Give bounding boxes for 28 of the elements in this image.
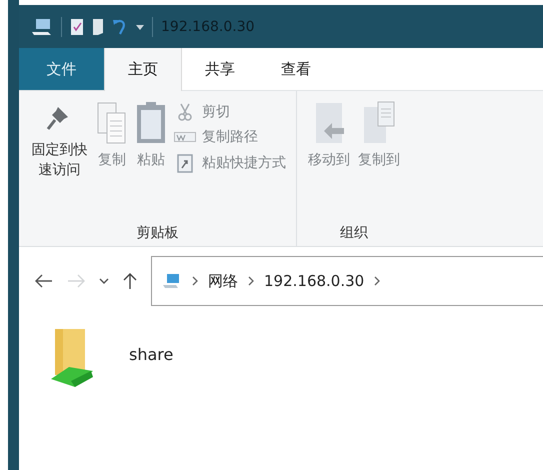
folder-name[interactable]: share [129,345,174,364]
breadcrumb-item[interactable]: 网络 [208,272,238,290]
forward-arrow-icon [67,274,85,288]
properties-icon[interactable] [70,18,84,36]
ribbon-tab[interactable]: 共享 [182,48,258,90]
chevron-icon [374,276,380,286]
chevron-icon [192,276,198,286]
computer-icon[interactable] [31,18,53,36]
undo-icon[interactable] [112,18,128,36]
chevron-down-icon [99,277,109,285]
dropdown-icon[interactable] [136,22,144,30]
group-label: 组织 [340,224,368,242]
up-arrow-icon [123,272,137,290]
documents-icon [96,101,127,145]
group-label: 剪贴板 [136,224,178,242]
address-bar[interactable]: 网络 192.168.0.30 [151,256,543,306]
documents-icon [362,101,396,145]
ribbon-tab[interactable]: 文件 [19,48,104,90]
breadcrumb-item[interactable]: 192.168.0.30 [264,272,364,290]
path-icon [174,131,196,143]
network-icon [162,273,182,289]
clipboard-icon [134,101,167,145]
chevron-icon [248,276,254,286]
window-title: 192.168.0.30 [161,18,255,34]
back-arrow-icon [35,274,53,288]
ribbon-tab[interactable]: 查看 [258,48,334,90]
ribbon-tab[interactable]: 主页 [104,48,182,91]
ribbon-button[interactable]: 固定到快速访问 [27,97,92,184]
